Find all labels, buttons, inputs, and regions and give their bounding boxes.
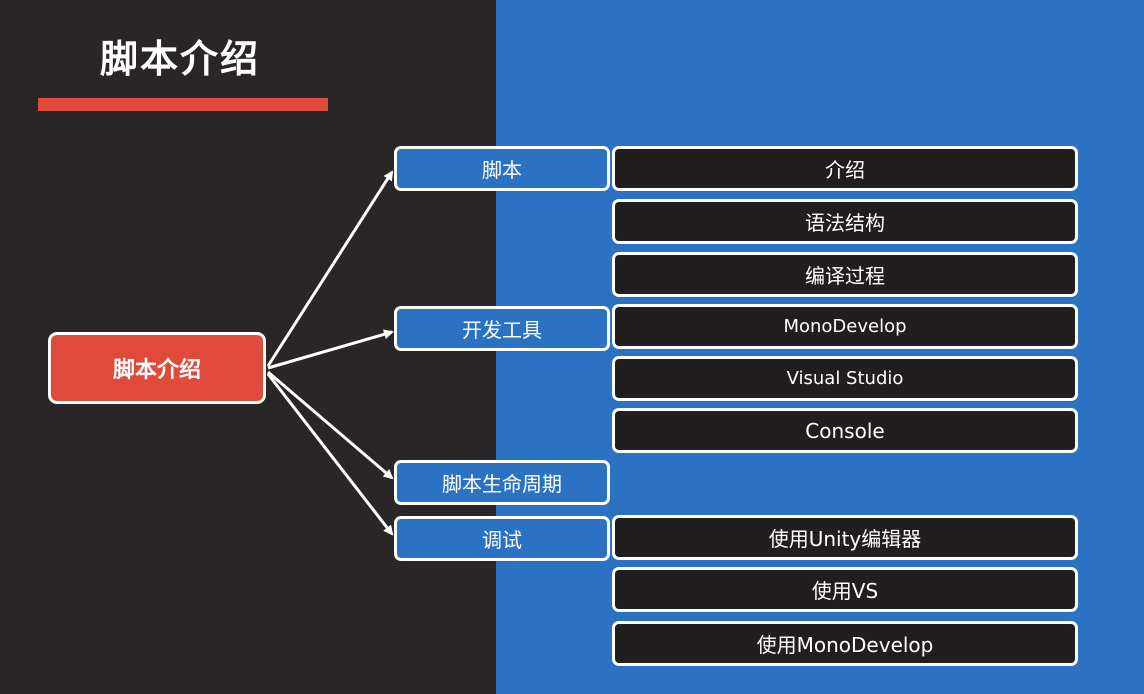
category-node-lifecycle: 脚本生命周期 — [394, 460, 610, 505]
leaf-node-intro: 介绍 — [612, 146, 1078, 191]
leaf-node-vs: 使用VS — [612, 567, 1078, 612]
leaf-node-use-monodevelop: 使用MonoDevelop — [612, 621, 1078, 666]
leaf-node-visual-studio: Visual Studio — [612, 356, 1078, 401]
slide: 脚本介绍 脚本介绍 脚本 开发工具 脚本生命周期 调试 介绍 语法结构 编译过程… — [0, 0, 1144, 694]
category-node-script: 脚本 — [394, 146, 610, 191]
leaf-node-unity-editor: 使用Unity编辑器 — [612, 515, 1078, 560]
arrow-to-lifecycle — [267, 370, 394, 480]
leaf-node-console: Console — [612, 408, 1078, 453]
leaf-node-compile: 编译过程 — [612, 252, 1078, 297]
leaf-node-syntax: 语法结构 — [612, 199, 1078, 244]
root-node: 脚本介绍 — [48, 332, 266, 404]
category-node-dev-tools: 开发工具 — [394, 306, 610, 351]
leaf-node-monodevelop: MonoDevelop — [612, 304, 1078, 349]
category-node-debug: 调试 — [394, 516, 610, 561]
arrow-to-debug — [266, 373, 394, 536]
